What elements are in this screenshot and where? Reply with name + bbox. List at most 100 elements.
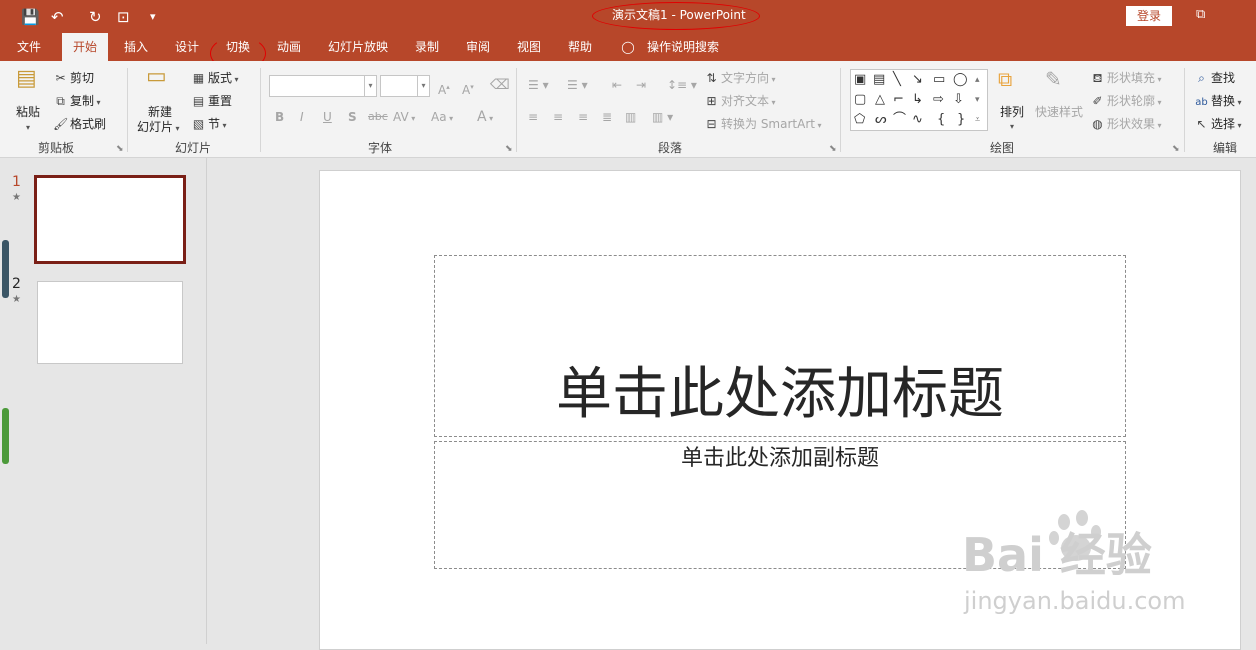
curve-shape-icon[interactable]: ∿: [912, 112, 923, 128]
arc-shape-icon[interactable]: ⌒: [893, 112, 906, 128]
align-text-button[interactable]: ⊞ 对齐文本 ▾: [704, 93, 775, 111]
bullets-icon[interactable]: ☰ ▾: [528, 77, 549, 93]
shape-fill-button[interactable]: ⛾ 形状填充 ▾: [1090, 70, 1162, 88]
rectangle-shape-icon[interactable]: ▭: [933, 72, 945, 88]
line-shape-icon[interactable]: ╲: [893, 72, 901, 88]
find-button[interactable]: ⌕ 查找: [1194, 70, 1235, 86]
title-placeholder[interactable]: 单击此处添加标题: [434, 255, 1126, 437]
font-name-select[interactable]: ▾: [269, 75, 377, 97]
bold-button[interactable]: B: [275, 109, 284, 125]
font-size-select[interactable]: ▾: [380, 75, 430, 97]
tab-record[interactable]: 录制: [404, 33, 450, 61]
change-case-button[interactable]: Aa ▾: [431, 109, 453, 127]
underline-button[interactable]: U: [323, 109, 332, 125]
quick-styles-icon[interactable]: ✎: [1045, 69, 1062, 89]
undo-icon[interactable]: ↶: [51, 7, 64, 27]
format-painter-button[interactable]: 🖌 格式刷: [53, 116, 106, 132]
new-slide-icon[interactable]: ▭: [146, 66, 176, 99]
clear-formatting-icon[interactable]: ⌫: [490, 77, 510, 93]
cut-button[interactable]: ✂ 剪切: [53, 70, 94, 86]
reset-button[interactable]: ▤ 重置: [191, 93, 232, 109]
new-slide-button[interactable]: 新建: [148, 104, 172, 120]
gallery-scroll-down-icon[interactable]: ▾: [975, 92, 980, 108]
arrange-button[interactable]: 排列: [1000, 104, 1024, 120]
textbox-shape-icon[interactable]: ▣: [854, 72, 866, 88]
align-center-icon[interactable]: ≡: [553, 109, 563, 125]
tab-file[interactable]: 文件: [6, 33, 52, 61]
triangle-shape-icon[interactable]: △: [875, 92, 885, 108]
rounded-rect-shape-icon[interactable]: ▢: [854, 92, 866, 108]
columns-icon[interactable]: ▥ ▾: [652, 109, 673, 125]
tab-animations[interactable]: 动画: [266, 33, 312, 61]
layout-icon: ▦: [192, 71, 205, 85]
grow-font-icon[interactable]: A▴: [438, 79, 450, 98]
shapes-gallery[interactable]: ▣ ▤ ╲ ↘ ▭ ◯ ▢ △ ⌐ ↳ ⇨ ⇩ ⬠ ᔕ ⌒ ∿ { } ▴ ▾ …: [850, 69, 988, 131]
select-button[interactable]: ↖ 选择 ▾: [1194, 116, 1241, 134]
customize-toolbar-icon[interactable]: ▾: [150, 7, 156, 27]
dialog-launcher-icon[interactable]: ⬊: [1172, 144, 1180, 154]
arrow-shape-icon[interactable]: ↘: [912, 72, 923, 88]
slide-thumbnail-2[interactable]: [37, 281, 183, 364]
left-edge-handle[interactable]: [2, 408, 9, 464]
paste-icon[interactable]: ▤: [16, 68, 46, 99]
tab-home[interactable]: 开始: [62, 33, 108, 61]
shadow-button[interactable]: S: [348, 109, 357, 125]
elbow-arrow-shape-icon[interactable]: ↳: [912, 92, 923, 108]
chevron-down-icon[interactable]: ▾: [1010, 119, 1014, 135]
chevron-down-icon[interactable]: ▾: [26, 120, 30, 136]
tab-slideshow[interactable]: 幻灯片放映: [322, 33, 394, 61]
justify-icon[interactable]: ≣: [602, 109, 612, 125]
decrease-indent-icon[interactable]: ⇤: [612, 77, 622, 93]
right-brace-shape-icon[interactable]: }: [957, 112, 965, 128]
save-icon[interactable]: 💾: [21, 7, 40, 27]
line-spacing-icon[interactable]: ↕≡ ▾: [667, 77, 697, 93]
login-button[interactable]: 登录: [1126, 6, 1172, 26]
strikethrough-button[interactable]: abc: [368, 109, 388, 125]
freeform-shape-icon[interactable]: ⬠: [854, 112, 865, 128]
align-right-icon[interactable]: ≡: [578, 109, 588, 125]
text-direction-button[interactable]: ⇅ 文字方向 ▾: [704, 70, 775, 88]
gallery-more-icon[interactable]: ⩡: [975, 112, 980, 128]
restore-icon[interactable]: ⧉: [1196, 7, 1205, 22]
char-spacing-button[interactable]: AV ▾: [393, 109, 415, 127]
shrink-font-icon[interactable]: A▾: [462, 79, 474, 98]
tab-view[interactable]: 视图: [506, 33, 552, 61]
gallery-scroll-up-icon[interactable]: ▴: [975, 72, 980, 88]
scribble-shape-icon[interactable]: ᔕ: [875, 112, 887, 128]
align-left-icon[interactable]: ≡: [528, 109, 538, 125]
font-color-button[interactable]: A ▾: [477, 109, 493, 127]
numbering-icon[interactable]: ☰ ▾: [567, 77, 588, 93]
layout-button[interactable]: ▦ 版式 ▾: [191, 70, 239, 88]
new-slide-label2[interactable]: 幻灯片 ▾: [137, 119, 180, 137]
tab-design[interactable]: 设计: [164, 33, 210, 61]
slide-thumbnail-1[interactable]: [34, 175, 186, 264]
section-button[interactable]: ▧ 节 ▾: [191, 116, 227, 134]
quick-styles-button[interactable]: 快速样式: [1035, 104, 1083, 120]
present-icon[interactable]: ⊡: [117, 7, 130, 27]
increase-indent-icon[interactable]: ⇥: [636, 77, 646, 93]
shape-effects-button[interactable]: ◍ 形状效果 ▾: [1090, 116, 1161, 134]
italic-button[interactable]: I: [300, 109, 304, 125]
dialog-launcher-icon[interactable]: ⬊: [829, 144, 837, 154]
left-brace-shape-icon[interactable]: {: [937, 112, 945, 128]
tell-me-search[interactable]: 操作说明搜索: [643, 33, 723, 61]
distributed-icon[interactable]: ▥: [625, 109, 636, 125]
redo-icon[interactable]: ↻: [89, 7, 102, 27]
arrange-icon[interactable]: ⧉: [998, 69, 1012, 89]
left-edge-handle[interactable]: [2, 240, 9, 298]
dialog-launcher-icon[interactable]: ⬊: [505, 144, 513, 154]
paste-button[interactable]: 粘贴: [16, 104, 40, 120]
down-arrow-shape-icon[interactable]: ⇩: [953, 92, 964, 108]
dialog-launcher-icon[interactable]: ⬊: [116, 144, 124, 154]
right-arrow-shape-icon[interactable]: ⇨: [933, 92, 944, 108]
vertical-textbox-shape-icon[interactable]: ▤: [873, 72, 885, 88]
oval-shape-icon[interactable]: ◯: [953, 72, 968, 88]
tab-review[interactable]: 审阅: [455, 33, 501, 61]
convert-smartart-button[interactable]: ⊟ 转换为 SmartArt ▾: [704, 116, 821, 134]
connector-shape-icon[interactable]: ⌐: [893, 92, 904, 108]
tab-help[interactable]: 帮助: [557, 33, 603, 61]
tab-insert[interactable]: 插入: [113, 33, 159, 61]
replace-button[interactable]: ab 替换 ▾: [1194, 93, 1241, 111]
copy-button[interactable]: ⧉ 复制 ▾: [53, 93, 100, 111]
shape-outline-button[interactable]: ✐ 形状轮廓 ▾: [1090, 93, 1161, 111]
